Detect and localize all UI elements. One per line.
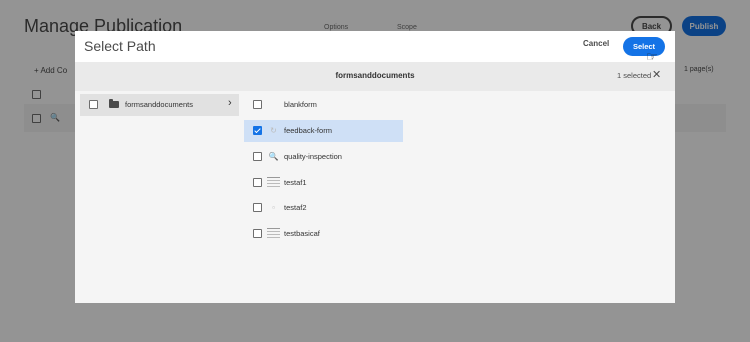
- list-item[interactable]: 🔍 quality-inspection: [244, 146, 403, 168]
- item-checkbox[interactable]: [253, 152, 262, 161]
- clear-selection-close-icon[interactable]: ✕: [652, 68, 661, 81]
- item-label: testaf2: [284, 203, 307, 212]
- column-item-checkbox[interactable]: [89, 100, 98, 109]
- blank-icon: [267, 98, 280, 111]
- list-item[interactable]: testaf1: [244, 172, 403, 194]
- list-item[interactable]: blankform: [244, 94, 403, 116]
- column-item-formsanddocuments[interactable]: formsanddocuments ›: [80, 94, 239, 116]
- item-checkbox[interactable]: [253, 100, 262, 109]
- list-item[interactable]: testbasicaf: [244, 223, 403, 245]
- dialog-header: Select Path Cancel Select ☞: [75, 31, 675, 64]
- select-path-dialog: Select Path Cancel Select ☞ formsanddocu…: [75, 31, 675, 303]
- search-icon: 🔍: [268, 152, 279, 161]
- item-label: testbasicaf: [284, 229, 320, 238]
- column-item-label: formsanddocuments: [125, 100, 193, 109]
- select-button[interactable]: Select: [623, 37, 665, 56]
- selected-count: 1 selected: [617, 71, 652, 80]
- item-label: testaf1: [284, 178, 307, 187]
- item-label: feedback-form: [284, 126, 332, 135]
- item-checkbox[interactable]: [253, 178, 262, 187]
- item-checkbox[interactable]: [253, 126, 262, 135]
- doc-icon: [267, 177, 280, 188]
- item-label: quality-inspection: [284, 152, 342, 161]
- list-item[interactable]: ▫ testaf2: [244, 197, 403, 219]
- dialog-title: Select Path: [84, 38, 156, 54]
- form-icon: ↻: [270, 126, 277, 135]
- current-path: formsanddocuments: [335, 71, 415, 80]
- path-bar: formsanddocuments 1 selected ✕: [75, 62, 675, 91]
- doc-icon: [267, 228, 280, 239]
- item-checkbox[interactable]: [253, 229, 262, 238]
- chevron-right-icon[interactable]: ›: [228, 97, 232, 109]
- list-item[interactable]: ↻ feedback-form: [244, 120, 403, 142]
- cancel-button[interactable]: Cancel: [583, 39, 609, 48]
- folder-icon: [109, 99, 119, 108]
- item-checkbox[interactable]: [253, 203, 262, 212]
- item-label: blankform: [284, 100, 317, 109]
- form-icon: ▫: [272, 203, 275, 212]
